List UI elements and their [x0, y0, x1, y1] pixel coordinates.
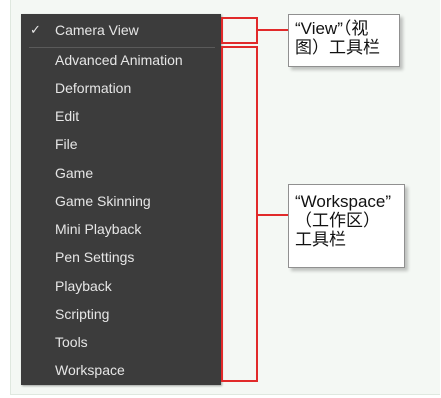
view-toolbar-callout: “View”（视 图）工具栏	[288, 14, 400, 67]
callout-text: 工具栏	[295, 230, 346, 249]
menu-item-label: Playback	[55, 278, 112, 294]
toolbars-menu: ✓ Camera View Advanced Animation Deforma…	[21, 14, 221, 385]
menu-item-playback[interactable]: Playback	[21, 274, 221, 298]
callout-text: （工作区）	[295, 211, 380, 230]
workspace-connector-line	[256, 214, 288, 216]
callout-text: 图）工具栏	[295, 38, 380, 57]
menu-item-label: Deformation	[55, 80, 132, 96]
menu-item-game-skinning[interactable]: Game Skinning	[21, 189, 221, 213]
menu-item-file[interactable]: File	[21, 132, 221, 156]
menu-item-label: Game Skinning	[55, 193, 151, 209]
menu-item-scripting[interactable]: Scripting	[21, 302, 221, 326]
menu-item-label: Scripting	[55, 306, 110, 322]
view-connector-line	[256, 29, 288, 31]
menu-item-label: Tools	[55, 334, 88, 350]
menu-item-label: Game	[55, 165, 94, 181]
menu-item-workspace[interactable]: Workspace	[21, 358, 221, 382]
menu-item-label: Workspace	[55, 362, 125, 378]
menu-item-label: Camera View	[55, 22, 139, 38]
menu-item-camera-view[interactable]: ✓ Camera View	[21, 18, 221, 42]
menu-item-advanced-animation[interactable]: Advanced Animation	[21, 48, 221, 72]
menu-item-mini-playback[interactable]: Mini Playback	[21, 217, 221, 241]
menu-item-label: Mini Playback	[55, 221, 142, 237]
menu-item-label: Pen Settings	[55, 249, 135, 265]
menu-item-label: Edit	[55, 108, 80, 124]
callout-text: “View”（视	[295, 19, 369, 38]
menu-item-tools[interactable]: Tools	[21, 330, 221, 354]
menu-item-label: File	[55, 136, 78, 152]
workspace-highlight-bracket	[221, 46, 258, 382]
menu-item-label: Advanced Animation	[55, 52, 183, 68]
callout-text: “Workspace”	[295, 192, 392, 211]
menu-item-pen-settings[interactable]: Pen Settings	[21, 245, 221, 269]
workspace-toolbar-callout: “Workspace” （工作区） 工具栏	[288, 184, 405, 268]
menu-item-deformation[interactable]: Deformation	[21, 76, 221, 100]
checkmark-icon: ✓	[30, 22, 41, 37]
menu-item-edit[interactable]: Edit	[21, 104, 221, 128]
menu-item-game[interactable]: Game	[21, 161, 221, 185]
view-highlight-bracket	[221, 17, 258, 44]
